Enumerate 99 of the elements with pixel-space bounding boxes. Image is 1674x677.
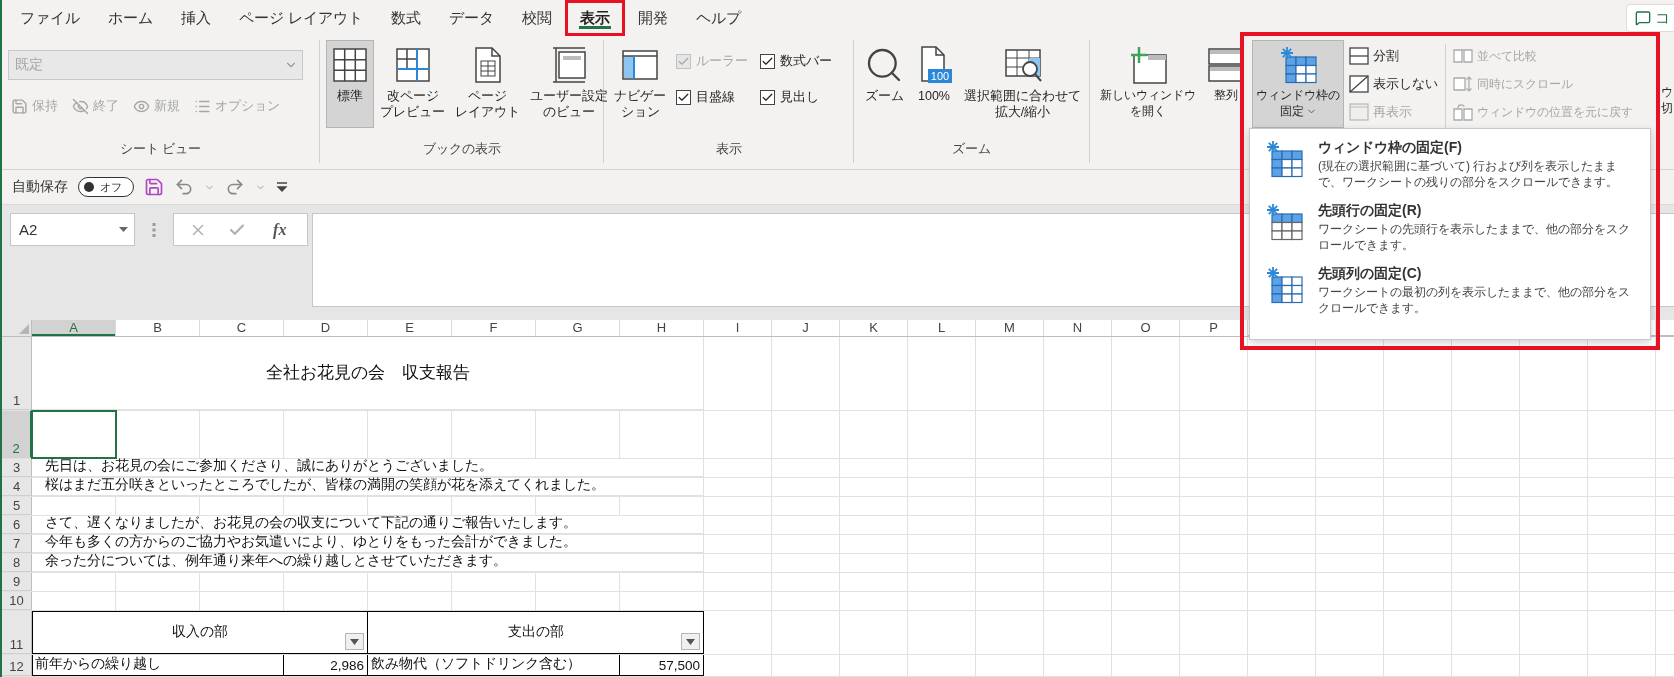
comments-button[interactable]: コ <box>1626 4 1674 32</box>
reset-window-position-icon <box>1453 103 1473 121</box>
page-layout-button[interactable]: ページ レイアウト <box>451 40 524 128</box>
name-box[interactable]: A2 <box>10 213 135 246</box>
show-option-checkbox[interactable]: 目盛線 <box>676 88 748 106</box>
menu-item[interactable]: 先頭行の固定(R) ワークシートの先頭行を表示したままで、他の部分をスクロールできます。 <box>1250 196 1650 260</box>
window-icon <box>1349 103 1369 121</box>
freeze-panes-button[interactable]: ウィンドウ枠の 固定 <box>1252 40 1344 128</box>
grid-icon <box>330 45 370 85</box>
hide-window-icon <box>1349 75 1369 93</box>
ribbon-tab[interactable]: データ <box>437 0 507 36</box>
show-option-checkbox[interactable]: 数式バー <box>760 52 832 70</box>
sheet-text: 先日は、お花見の会にご参加くださり、誠にありがとうございました。 <box>32 459 704 477</box>
checkbox[interactable] <box>760 89 775 105</box>
group-label: シート ビュー <box>118 141 203 158</box>
group-label: 表示 <box>714 141 743 158</box>
filter-button[interactable] <box>345 633 364 650</box>
table-cell: 57,500 <box>620 655 704 676</box>
arrange-all-button[interactable]: 整列 <box>1202 40 1250 128</box>
checkbox[interactable] <box>676 89 691 105</box>
save-icon[interactable] <box>144 177 164 197</box>
row-header[interactable]: 7 <box>2 535 32 553</box>
row-header[interactable]: 8 <box>2 554 32 572</box>
row-header[interactable]: 9 <box>2 573 32 591</box>
menu-item[interactable]: 先頭列の固定(C) ワークシートの最初の列を表示したままで、他の部分をスクロールできます。 <box>1250 259 1650 323</box>
eye-slash-icon <box>72 97 89 115</box>
show-option-checkbox[interactable]: 見出し <box>760 88 832 106</box>
row-header[interactable]: 6 <box>2 516 32 534</box>
redo-icon[interactable] <box>225 177 245 197</box>
row-header[interactable]: 5 <box>2 497 32 515</box>
autosave-toggle[interactable]: オフ <box>78 177 134 197</box>
ribbon-tab[interactable]: ファイル <box>8 0 92 36</box>
zoom-to-selection-button[interactable]: 選択範囲に合わせて 拡大/縮小 <box>960 40 1085 128</box>
navigation-button[interactable]: ナビゲー ション <box>610 40 670 128</box>
split-icon <box>1349 47 1369 65</box>
hide-button[interactable]: 表示しない <box>1346 70 1441 98</box>
table-cell: 飲み物代（ソフトドリンク含む） <box>368 655 620 676</box>
menu-item-description: ワークシートの先頭行を表示したままで、他の部分をスクロールできます。 <box>1318 222 1631 254</box>
menu-item[interactable]: ウィンドウ枠の固定(F) (現在の選択範囲に基づいて) 行および列を表示したままで、ワークシートの残りの部分をスクロールできます。 <box>1250 133 1650 197</box>
split-button[interactable]: 分割 <box>1346 42 1441 70</box>
new-window-button[interactable]: 新しいウィンドウ を開く <box>1096 40 1200 128</box>
grip-icon <box>152 223 156 237</box>
menu-item-description: ワークシートの最初の列を表示したままで、他の部分をスクロールできます。 <box>1318 285 1631 317</box>
zoom-button[interactable]: ズーム <box>860 40 908 128</box>
group-label: ズーム <box>951 141 992 158</box>
freeze-first-column-icon <box>1264 265 1304 306</box>
sheet-text: 余った分については、例年通り来年への繰り越しとさせていただきます。 <box>32 554 704 572</box>
menu-item-title: 先頭列の固定(C) <box>1318 265 1423 284</box>
row-header[interactable]: 12 <box>2 655 32 676</box>
menu-item-title: ウィンドウ枠の固定(F) <box>1318 139 1463 157</box>
ribbon-tab[interactable]: ヘルプ <box>684 0 754 36</box>
row-header[interactable]: 2 <box>2 411 32 458</box>
autosave-label: 自動保存 <box>12 178 68 196</box>
caret-icon <box>119 227 128 232</box>
freeze-top-row-icon <box>1264 202 1304 243</box>
column-group-heading: 収入の部 <box>171 622 228 641</box>
sheet-title: 全社お花見の会 収支報告 <box>32 337 704 410</box>
row-header[interactable]: 10 <box>2 592 32 610</box>
side-by-side-icon <box>1453 48 1473 64</box>
ribbon-tab[interactable]: 表示 <box>568 0 623 36</box>
ribbon-tab[interactable]: ページ レイアウト <box>227 0 376 36</box>
insert-function-button[interactable]: fx <box>267 219 293 240</box>
sheet-text: 今年も多くの方からのご協力やお気遣いにより、ゆとりをもった会計ができました。 <box>32 535 704 553</box>
freeze-panes-icon <box>1278 45 1318 85</box>
zoom-100-button[interactable]: 100 100% <box>910 40 958 128</box>
sheet-text: さて、遅くなりましたが、お花見の会の収支について下記の通りご報告いたします。 <box>32 516 704 534</box>
caret-icon <box>686 638 695 645</box>
menu-item-title: 先頭行の固定(R) <box>1318 202 1423 221</box>
row-header[interactable]: 4 <box>2 478 32 496</box>
table-cell: 2,986 <box>284 655 368 676</box>
sheet-text: 桜はまだ五分咲きといったところでしたが、皆様の満開の笑顔が花を添えてくれました。 <box>32 478 704 496</box>
normal-view-button[interactable]: 標準 <box>326 40 374 128</box>
switch-windows-button[interactable]: ウ 切 <box>1660 40 1674 118</box>
comment-icon <box>1635 10 1651 26</box>
row-header[interactable]: 1 <box>2 337 32 410</box>
row-header[interactable]: 3 <box>2 459 32 477</box>
column-header[interactable]: A <box>32 320 116 336</box>
column-group-heading: 支出の部 <box>507 622 564 641</box>
checkbox[interactable] <box>760 53 775 69</box>
filter-button[interactable] <box>681 633 700 650</box>
synchronous-scroll-icon <box>1453 75 1473 93</box>
caret-icon <box>350 638 359 645</box>
highlight-frame <box>565 0 626 36</box>
undo-icon[interactable] <box>174 177 194 197</box>
new-window-icon <box>1128 45 1168 85</box>
ribbon-tab[interactable]: ホーム <box>96 0 165 36</box>
selected-cell[interactable] <box>31 410 117 459</box>
custom-views-button[interactable]: ユーザー設定 のビュー <box>526 40 612 128</box>
group-label: ブックの表示 <box>421 141 502 158</box>
page-break-preview-button[interactable]: 改ページ プレビュー <box>376 40 449 128</box>
ribbon-tab[interactable]: 数式 <box>379 0 434 36</box>
ribbon-tab[interactable]: 校閲 <box>510 0 565 36</box>
row-header[interactable]: 11 <box>2 611 32 654</box>
freeze-panes-icon <box>1264 139 1304 179</box>
ribbon-tab[interactable]: 挿入 <box>169 0 223 36</box>
ribbon-tab[interactable]: 開発 <box>626 0 681 36</box>
customize-menu-icon[interactable] <box>276 181 288 193</box>
menu-item-description: (現在の選択範囲に基づいて) 行および列を表示したままで、ワークシートの残りの部分をスクロールできます。 <box>1318 159 1619 191</box>
table-cell: 前年からの繰り越し <box>32 655 284 676</box>
